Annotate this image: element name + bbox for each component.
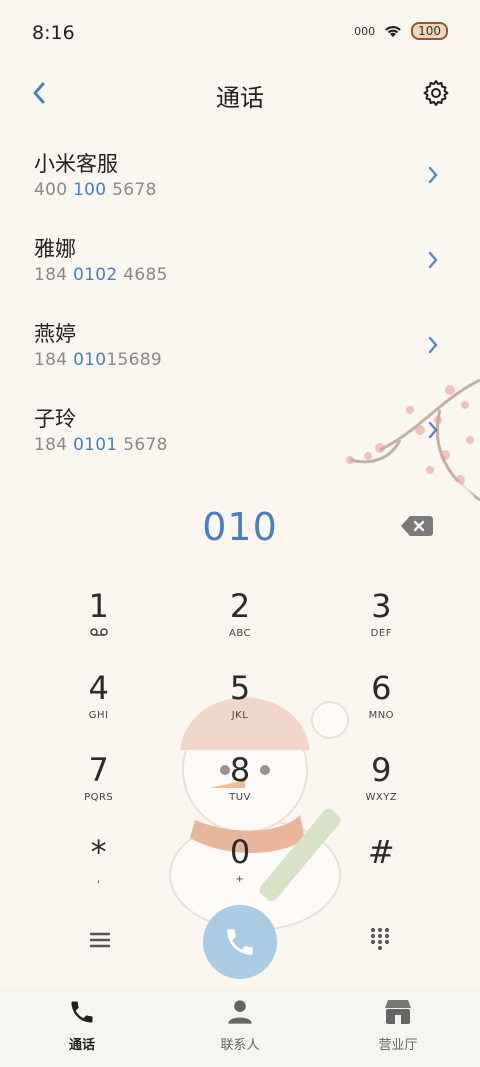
nav-calls-label: 通话 (68, 1038, 95, 1053)
key-3[interactable]: 3 DEF (311, 580, 452, 662)
status-bar: 8:16 000 100 (0, 0, 480, 66)
contact-name: 小米客服 (34, 152, 118, 176)
key-4[interactable]: 4 GHI (28, 662, 169, 744)
nav-store-label: 营业厅 (378, 1038, 418, 1053)
chevron-right-icon (428, 251, 438, 269)
key-hash[interactable]: # (311, 826, 452, 908)
voicemail-icon (89, 628, 108, 636)
menu-icon (89, 932, 111, 948)
header: 通话 (0, 66, 480, 122)
contact-number: 184 0102 4685 (34, 265, 168, 285)
chevron-right-icon (428, 166, 438, 184)
backspace-icon (401, 516, 433, 536)
person-icon (228, 1000, 252, 1024)
battery-indicator: 100 (411, 22, 448, 40)
key-0[interactable]: 0 + (169, 826, 310, 908)
gear-icon (423, 80, 449, 106)
key-8[interactable]: 8 TUV (169, 744, 310, 826)
key-7[interactable]: 7 PQRS (28, 744, 169, 826)
phone-icon (227, 929, 253, 955)
phone-icon (71, 1001, 93, 1023)
status-icons: 000 100 (354, 22, 448, 40)
contact-number: 400 100 5678 (34, 180, 157, 200)
key-star[interactable]: * , (28, 826, 169, 908)
key-1[interactable]: 1 (28, 580, 169, 662)
key-2[interactable]: 2 ABC (169, 580, 310, 662)
chevron-right-icon (428, 336, 438, 354)
list-item[interactable]: 小米客服 400 100 5678 (0, 140, 480, 225)
dialpad-icon (371, 928, 389, 950)
key-5[interactable]: 5 JKL (169, 662, 310, 744)
status-time: 8:16 (32, 22, 75, 44)
nav-store[interactable]: 营业厅 (338, 998, 458, 1053)
menu-button[interactable] (88, 930, 112, 950)
contact-number: 184 0101 5678 (34, 435, 168, 455)
page-title: 通话 (216, 84, 264, 112)
nav-calls[interactable]: 通话 (22, 998, 142, 1053)
key-6[interactable]: 6 MNO (311, 662, 452, 744)
backspace-button[interactable] (400, 514, 434, 538)
nav-contacts-label: 联系人 (220, 1038, 260, 1053)
signal-icon: 000 (354, 24, 376, 38)
key-9[interactable]: 9 WXYZ (311, 744, 452, 826)
store-icon (385, 1000, 411, 1024)
nav-contacts[interactable]: 联系人 (180, 998, 300, 1053)
bottom-nav: 通话 联系人 营业厅 (0, 988, 480, 1067)
contact-name: 雅娜 (34, 237, 76, 261)
settings-button[interactable] (422, 79, 450, 107)
contact-number: 184 01015689 (34, 350, 163, 370)
keypad: 1 2 ABC 3 DEF 4 GHI 5 JKL 6 MNO 7 PQRS 8… (28, 580, 452, 908)
contact-name: 子玲 (34, 407, 76, 431)
call-button[interactable] (203, 905, 277, 979)
wifi-icon (385, 26, 401, 37)
keypad-toggle-button[interactable] (370, 927, 390, 951)
contact-name: 燕婷 (34, 322, 76, 346)
list-item[interactable]: 雅娜 184 0102 4685 (0, 225, 480, 310)
